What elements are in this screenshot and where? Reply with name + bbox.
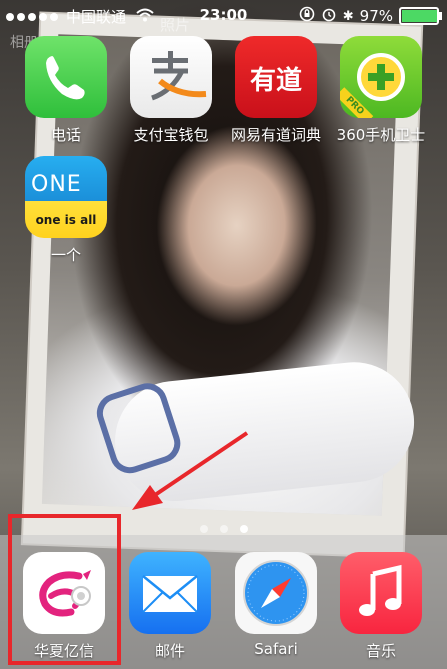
youdao-icon: 有道 xyxy=(235,36,317,118)
status-right: ✱ 97% xyxy=(299,6,442,26)
battery-icon xyxy=(399,7,442,25)
bluetooth-icon: ✱ xyxy=(342,8,354,24)
app-label: 音乐 xyxy=(365,642,396,660)
mail-icon xyxy=(129,552,211,634)
app-label: 一个 xyxy=(50,246,81,264)
page-dot-active xyxy=(239,525,248,533)
alipay-icon xyxy=(130,36,212,118)
page-dot xyxy=(199,525,208,533)
status-bar: 中国联通 23:00 ✱ 97% xyxy=(0,0,447,30)
alarm-icon xyxy=(321,6,337,26)
app-alipay[interactable]: 支付宝钱包 xyxy=(121,36,221,145)
rotation-lock-icon xyxy=(299,6,315,26)
app-music[interactable]: 音乐 xyxy=(331,552,431,661)
one-title: ONE xyxy=(31,172,82,197)
app-phone[interactable]: 电话 xyxy=(16,36,116,145)
app-label: Safari xyxy=(254,640,298,658)
phone-icon xyxy=(25,36,107,118)
app-label: 电话 xyxy=(50,126,81,144)
app-safari[interactable]: Safari xyxy=(226,552,326,658)
app-mail[interactable]: 邮件 xyxy=(120,552,220,661)
app-label: 邮件 xyxy=(154,642,185,660)
app-youdao[interactable]: 有道 网易有道词典 xyxy=(226,36,326,145)
app-label: 360手机卫士 xyxy=(336,126,426,144)
page-dot xyxy=(219,525,228,533)
360-security-icon: PRO xyxy=(340,36,422,118)
music-icon xyxy=(340,552,422,634)
youdao-glyph: 有道 xyxy=(249,66,302,96)
one-subtitle: one is all xyxy=(35,213,97,227)
one-icon: ONE one is all xyxy=(25,156,107,238)
battery-percent: 97% xyxy=(359,7,393,25)
app-label: 支付宝钱包 xyxy=(133,126,209,144)
highlight-box xyxy=(8,514,121,665)
safari-icon xyxy=(235,552,317,634)
app-label: 网易有道词典 xyxy=(230,126,321,144)
app-360[interactable]: PRO 360手机卫士 xyxy=(331,36,431,145)
app-one[interactable]: ONE one is all 一个 xyxy=(16,156,116,265)
